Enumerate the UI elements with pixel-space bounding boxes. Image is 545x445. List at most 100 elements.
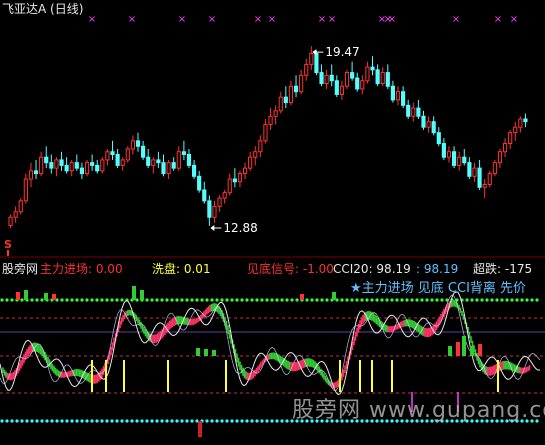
overbought-dot bbox=[385, 298, 389, 302]
candle-body bbox=[39, 156, 44, 175]
candle-body bbox=[350, 72, 355, 79]
candle-body bbox=[166, 162, 171, 175]
overbought-dot bbox=[410, 298, 414, 302]
oversold-dot bbox=[30, 419, 34, 423]
oversold-dot bbox=[50, 419, 54, 423]
oversold-dot bbox=[265, 419, 269, 423]
oversold-dot bbox=[110, 419, 114, 423]
overbought-dot bbox=[215, 298, 219, 302]
overbought-dot bbox=[430, 298, 434, 302]
readout-cci: CCI20: 98.19 bbox=[333, 262, 411, 276]
overbought-dot bbox=[160, 298, 164, 302]
signal-cross-marker: × bbox=[254, 14, 262, 25]
candle-body bbox=[457, 156, 462, 166]
candle-body bbox=[100, 159, 105, 172]
histogram-bar bbox=[16, 292, 20, 300]
oversold-dot bbox=[40, 419, 44, 423]
overbought-dot bbox=[360, 298, 364, 302]
histogram-bar bbox=[44, 293, 48, 300]
overbought-dot bbox=[295, 298, 299, 302]
candle-body bbox=[451, 151, 457, 166]
overbought-dot bbox=[255, 298, 259, 302]
candle-body bbox=[339, 85, 345, 95]
chart-canvas[interactable]: × × × × × × × × ××× × × ×19.4712.88S bbox=[0, 0, 545, 445]
overbought-dot bbox=[380, 298, 384, 302]
overbought-dot bbox=[85, 298, 89, 302]
overbought-dot bbox=[270, 298, 274, 302]
readout-wash: 洗盘: 0.01 bbox=[152, 262, 211, 276]
candle-body bbox=[146, 156, 151, 166]
oversold-dot bbox=[140, 419, 144, 423]
oversold-dot bbox=[35, 419, 39, 423]
overbought-dot bbox=[240, 298, 244, 302]
annotation-arrowhead bbox=[210, 224, 215, 231]
histogram-bar bbox=[470, 346, 474, 356]
candle-body bbox=[28, 170, 34, 180]
histogram-bar bbox=[52, 294, 56, 300]
overbought-dot bbox=[105, 298, 109, 302]
overbought-dot bbox=[210, 298, 214, 302]
footer-watermark: 股旁网 www.gupang.com bbox=[292, 398, 545, 423]
overbought-dot bbox=[475, 298, 479, 302]
candle-body bbox=[421, 115, 426, 128]
candle-body bbox=[390, 85, 395, 101]
candle-body bbox=[33, 170, 39, 175]
candle-body bbox=[273, 110, 278, 117]
overbought-dot bbox=[65, 298, 69, 302]
candle-body bbox=[186, 153, 192, 166]
overbought-dot bbox=[30, 298, 34, 302]
readout-cci-secondary: : 98.19 bbox=[416, 262, 459, 276]
candle-body bbox=[441, 143, 446, 158]
signal-cross-marker: × bbox=[510, 14, 518, 25]
candle-body bbox=[334, 80, 339, 95]
overbought-dot bbox=[375, 298, 379, 302]
overbought-dot bbox=[200, 298, 204, 302]
oversold-dot bbox=[120, 419, 124, 423]
overbought-dot bbox=[90, 298, 94, 302]
candle-body bbox=[253, 151, 258, 158]
histogram-bar bbox=[478, 344, 482, 356]
overbought-dot bbox=[155, 298, 159, 302]
signal-cross-marker: × bbox=[388, 14, 396, 25]
candle-body bbox=[79, 167, 85, 175]
candle-body bbox=[90, 162, 95, 166]
signal-cross-marker: × bbox=[328, 14, 336, 25]
oversold-dot bbox=[55, 419, 59, 423]
oversold-dot bbox=[25, 419, 29, 423]
oversold-dot bbox=[60, 419, 64, 423]
overbought-dot bbox=[275, 298, 279, 302]
overbought-dot bbox=[170, 298, 174, 302]
candle-body bbox=[472, 167, 477, 177]
oversold-dot bbox=[225, 419, 229, 423]
candle-body bbox=[309, 52, 314, 65]
overbought-dot bbox=[5, 298, 9, 302]
candle-body bbox=[482, 183, 487, 188]
candle-body bbox=[212, 205, 217, 218]
overbought-dot bbox=[165, 298, 169, 302]
candle-body bbox=[74, 162, 79, 169]
signal-cross-marker: × bbox=[208, 14, 216, 25]
histogram-bar bbox=[212, 350, 216, 356]
oversold-dot bbox=[15, 419, 19, 423]
oversold-dot bbox=[115, 419, 119, 423]
candle-body bbox=[59, 159, 64, 166]
oversold-dot bbox=[160, 419, 164, 423]
oversold-dot bbox=[10, 419, 14, 423]
candle-body bbox=[23, 178, 28, 202]
oversold-dot bbox=[165, 419, 169, 423]
overbought-dot bbox=[530, 298, 534, 302]
candle-body bbox=[232, 178, 237, 183]
oversold-dot bbox=[275, 419, 279, 423]
oversold-dot bbox=[5, 419, 9, 423]
overbought-dot bbox=[420, 298, 424, 302]
candle-body bbox=[263, 123, 268, 142]
overbought-dot bbox=[150, 298, 154, 302]
candle-body bbox=[380, 72, 385, 85]
overbought-dot bbox=[100, 298, 104, 302]
candle-body bbox=[431, 121, 436, 134]
histogram-bar bbox=[24, 290, 28, 300]
overbought-dot bbox=[180, 298, 184, 302]
histogram-bar bbox=[132, 286, 136, 300]
candle-body bbox=[84, 162, 90, 175]
candle-body bbox=[355, 77, 360, 90]
